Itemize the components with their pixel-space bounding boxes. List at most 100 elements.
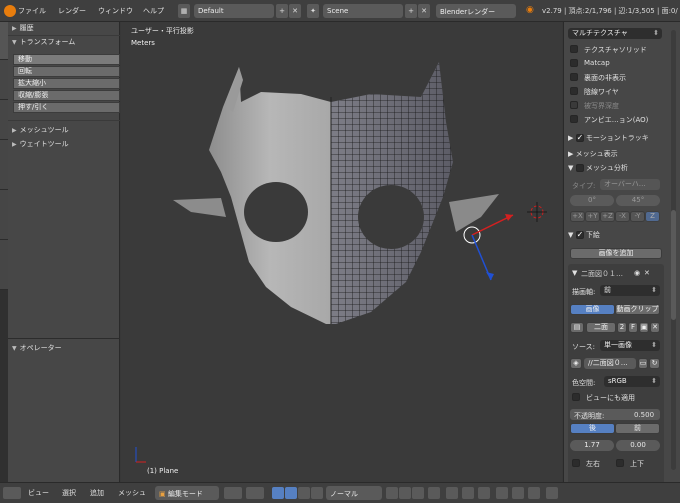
- translate-manipulator-icon[interactable]: [285, 487, 297, 499]
- background-images-header[interactable]: ▼ 下絵: [564, 229, 680, 241]
- scene-close-button[interactable]: ✕: [418, 4, 430, 18]
- menu-window[interactable]: ウィンドウ: [98, 6, 133, 16]
- back-button[interactable]: 後: [570, 423, 615, 434]
- shading-mode-select[interactable]: マルチテクスチャ ⬍: [568, 28, 662, 39]
- weight-tools-panel-header[interactable]: ▶ ウェイトツール: [8, 138, 120, 150]
- transform-gizmo[interactable]: [463, 214, 514, 281]
- pivot-icon[interactable]: [246, 487, 264, 499]
- face-select-icon[interactable]: [412, 487, 424, 499]
- menu-select[interactable]: 選択: [62, 488, 76, 498]
- proportional-edit-icon[interactable]: [446, 487, 458, 499]
- image-expand-icon[interactable]: ▼: [572, 269, 577, 277]
- source-image-tab[interactable]: 画像: [570, 304, 615, 315]
- render-engine-select[interactable]: Blenderレンダー: [436, 4, 516, 18]
- opengl-render-icon[interactable]: [512, 487, 524, 499]
- scene-add-button[interactable]: +: [405, 4, 417, 18]
- motion-tracking-header[interactable]: ▶ モーショントラッキ: [564, 132, 680, 144]
- left-eye-hole: [244, 182, 308, 242]
- scale-manipulator-icon[interactable]: [311, 487, 323, 499]
- manipulator-toggle-icon[interactable]: [272, 487, 284, 499]
- layout-add-button[interactable]: +: [276, 4, 288, 18]
- limit-selection-icon[interactable]: [428, 487, 440, 499]
- tab-create[interactable]: [0, 60, 8, 100]
- backface-culling-label: 裏面の非表示: [584, 74, 626, 82]
- mask-model[interactable]: [121, 22, 562, 482]
- reload-icon[interactable]: ↻: [649, 358, 660, 369]
- browse-folder-icon[interactable]: ▭: [638, 358, 648, 369]
- hidden-wire-checkbox[interactable]: [570, 87, 578, 95]
- push-pull-button[interactable]: 押す/引く: [13, 102, 120, 113]
- vertex-select-icon[interactable]: [386, 487, 398, 499]
- source-select[interactable]: 単一画像 ⬍: [600, 340, 660, 351]
- menu-view[interactable]: ビュー: [28, 488, 49, 498]
- stats-text: v2.79 | 頂点:2/1,796 | 辺:1/3,505 | 面:0/: [542, 7, 678, 15]
- menu-add[interactable]: 追加: [90, 488, 104, 498]
- snap-element-icon[interactable]: [478, 487, 490, 499]
- eye-icon[interactable]: ◉: [634, 269, 640, 277]
- image-browse-icon[interactable]: ▤: [570, 322, 584, 333]
- menu-mesh[interactable]: メッシュ: [118, 488, 146, 498]
- mode-select[interactable]: ▣ 編集モード: [155, 486, 219, 500]
- 3d-viewport[interactable]: ユーザー・平行投影 Meters (1) Plane: [121, 22, 562, 482]
- axis-select[interactable]: 前 ⬍: [600, 285, 660, 296]
- scrollbar-thumb[interactable]: [671, 210, 676, 320]
- opengl-anim-icon[interactable]: [528, 487, 540, 499]
- colorspace-select[interactable]: sRGB ⬍: [604, 376, 660, 387]
- operator-panel-header[interactable]: ▼ オペレーター: [8, 342, 120, 354]
- layout-close-button[interactable]: ✕: [289, 4, 301, 18]
- file-path-field[interactable]: //二面図０…: [584, 358, 636, 369]
- new-image-icon[interactable]: ▣: [639, 322, 649, 333]
- fake-user-button[interactable]: F: [628, 322, 638, 333]
- background-images-checkbox[interactable]: [575, 229, 584, 241]
- scene-icon[interactable]: ✦: [307, 4, 319, 18]
- offset-x-field[interactable]: 1.77: [570, 440, 614, 451]
- scene-field[interactable]: Scene: [323, 4, 403, 18]
- move-button[interactable]: 移動: [13, 54, 120, 65]
- shading-icon[interactable]: [224, 487, 242, 499]
- view-apply-checkbox[interactable]: [572, 393, 580, 401]
- transform-panel-header[interactable]: ▼ トランスフォーム: [8, 36, 120, 48]
- close-icon[interactable]: ✕: [644, 269, 650, 277]
- unlink-image-icon[interactable]: ✕: [650, 322, 660, 333]
- mesh-analysis-header[interactable]: ▼ メッシュ分析: [564, 162, 680, 174]
- tab-tools[interactable]: [0, 22, 8, 60]
- motion-tracking-checkbox[interactable]: [575, 132, 584, 144]
- front-button[interactable]: 前: [615, 423, 660, 434]
- mesh-analysis-checkbox[interactable]: [575, 164, 584, 172]
- tab-shading[interactable]: [0, 100, 8, 140]
- menu-file[interactable]: ファイル: [18, 6, 46, 16]
- image-users-count[interactable]: 2: [617, 322, 627, 333]
- flip-y-checkbox[interactable]: [616, 459, 624, 467]
- tab-grease-pencil-2[interactable]: [0, 240, 8, 290]
- ambient-occlusion-checkbox[interactable]: [570, 115, 578, 123]
- orientation-select[interactable]: ノーマル: [326, 486, 382, 500]
- snap-toggle-icon[interactable]: [462, 487, 474, 499]
- backface-culling-checkbox[interactable]: [570, 73, 578, 81]
- rotate-button[interactable]: 回転: [13, 66, 120, 77]
- snap-target-icon[interactable]: [496, 487, 508, 499]
- menu-render[interactable]: レンダー: [58, 6, 86, 16]
- edge-select-icon[interactable]: [399, 487, 411, 499]
- mesh-display-header[interactable]: ▶ メッシュ表示: [564, 148, 680, 160]
- layers-icon[interactable]: [546, 487, 558, 499]
- add-image-button[interactable]: 画像を追加: [570, 248, 662, 259]
- blender-logo-icon[interactable]: [4, 5, 16, 17]
- texture-solid-checkbox[interactable]: [570, 45, 578, 53]
- rotate-manipulator-icon[interactable]: [298, 487, 310, 499]
- layout-field[interactable]: Default: [194, 4, 274, 18]
- source-movie-clip-tab[interactable]: 動画クリップ: [615, 304, 660, 315]
- history-panel-header[interactable]: ▶ 履歴: [8, 22, 120, 34]
- editor-type-icon[interactable]: [3, 487, 21, 499]
- properties-scrollbar[interactable]: [671, 30, 676, 470]
- image-datablock-field[interactable]: 二面: [586, 322, 616, 333]
- tab-grease-pencil[interactable]: [0, 190, 8, 240]
- offset-y-field[interactable]: 0.00: [616, 440, 660, 451]
- shrink-fatten-button[interactable]: 収縮/膨張: [13, 90, 120, 101]
- layout-icon[interactable]: ▦: [178, 4, 190, 18]
- tab-options[interactable]: [0, 140, 8, 190]
- mesh-tools-panel-header[interactable]: ▶ メッシュツール: [8, 124, 120, 136]
- matcap-checkbox[interactable]: [570, 59, 578, 67]
- flip-x-checkbox[interactable]: [572, 459, 580, 467]
- scale-button[interactable]: 拡大縮小: [13, 78, 120, 89]
- menu-help[interactable]: ヘルプ: [143, 6, 164, 16]
